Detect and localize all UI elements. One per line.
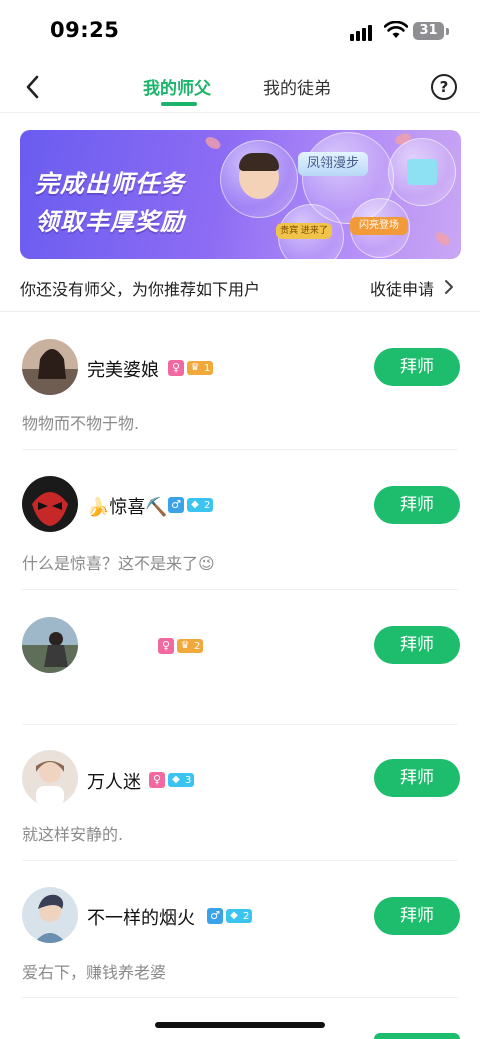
- level-badge: ◆ 2: [226, 909, 253, 923]
- crown-icon: ♛: [190, 362, 200, 373]
- apprentice-button-partial[interactable]: [374, 1033, 460, 1039]
- tag-vip-entered: 贵宾 进来了: [276, 223, 332, 239]
- user-name: 万人迷: [87, 772, 141, 793]
- level-badge: ♛ 2: [177, 639, 204, 653]
- status-bar: 09:25 31: [0, 0, 480, 62]
- battery-level: 31: [419, 23, 438, 38]
- petal-decoration: [433, 230, 453, 248]
- card-divider: [22, 997, 458, 998]
- avatar[interactable]: [22, 887, 78, 943]
- female-gender-icon: ♀: [149, 772, 165, 788]
- petal-decoration: [203, 134, 223, 152]
- apprentice-button[interactable]: 拜师: [374, 897, 460, 935]
- female-gender-icon: ♀: [158, 638, 174, 654]
- avatar-hair: [239, 153, 279, 171]
- level-number: 1: [204, 362, 211, 374]
- user-bio: 就这样安静的.: [22, 825, 124, 844]
- level-badge: ♛ 1: [187, 361, 214, 375]
- user-name: 🍌惊喜⛏️: [87, 497, 168, 518]
- tag-fengxiang: 凤翎漫步: [298, 152, 368, 176]
- user-card: ♀ ♛ 2 拜师: [0, 590, 480, 725]
- user-card: 万人迷 ♀ ◆ 3 就这样安静的. 拜师: [0, 725, 480, 861]
- user-card: 不一样的烟火 ♂ ◆ 2 爱右下，赚钱养老婆 拜师: [0, 861, 480, 998]
- apprentice-button[interactable]: 拜师: [374, 486, 460, 524]
- battery-icon: 31: [413, 22, 444, 40]
- apprentice-request-link[interactable]: 收徒申请: [370, 276, 434, 300]
- promo-banner[interactable]: 完成出师任务 领取丰厚奖励 凤翎漫步 贵宾 进来了 闪亮登场: [20, 130, 461, 259]
- avatar-frame-bubble: [220, 140, 298, 218]
- apprentice-button[interactable]: 拜师: [374, 626, 460, 664]
- male-gender-icon: ♂: [168, 497, 184, 513]
- user-badges: ♀ ♛ 1: [168, 359, 214, 377]
- user-badges: ♀ ♛ 2: [158, 637, 204, 655]
- user-bio: 物物而不物于物.: [22, 414, 140, 433]
- tab-my-master[interactable]: 我的师父: [143, 74, 211, 99]
- diamond-icon: ◆: [191, 499, 199, 510]
- status-time: 09:25: [50, 18, 120, 42]
- user-badges: ♂ ◆ 2: [168, 496, 214, 514]
- user-name: 完美婆娘: [87, 360, 159, 381]
- level-number: 2: [194, 640, 201, 652]
- apprentice-button[interactable]: 拜师: [374, 348, 460, 386]
- level-badge: ◆ 3: [168, 773, 195, 787]
- help-icon[interactable]: ?: [431, 74, 457, 100]
- avatar[interactable]: [22, 339, 78, 395]
- banner-title: 完成出师任务: [35, 170, 185, 198]
- level-number: 2: [204, 499, 211, 511]
- nav-bar: 我的师父 我的徒弟 ?: [0, 62, 480, 113]
- avatar[interactable]: [22, 617, 78, 673]
- user-card: 🍌惊喜⛏️ ♂ ◆ 2 什么是惊喜？这不是来了😉 拜师: [0, 450, 480, 590]
- user-bio: 爱右下，赚钱养老婆: [22, 963, 167, 982]
- battery-cap: [446, 28, 449, 35]
- user-name: 不一样的烟火: [87, 908, 195, 929]
- recommend-row: 你还没有师父，为你推荐如下用户 收徒申请: [0, 262, 480, 310]
- diamond-icon: ◆: [230, 910, 238, 921]
- level-number: 2: [243, 910, 250, 922]
- diamond-icon: ◆: [172, 774, 180, 785]
- chevron-right-icon[interactable]: [443, 279, 455, 295]
- avatar[interactable]: [22, 476, 78, 532]
- user-card: 完美婆娘 ♀ ♛ 1 物物而不物于物. 拜师: [0, 312, 480, 450]
- level-number: 3: [185, 774, 192, 786]
- back-icon[interactable]: [18, 72, 48, 102]
- crown-icon: ♛: [180, 640, 190, 651]
- cellular-signal-icon: [350, 23, 376, 41]
- tab-my-apprentice[interactable]: 我的徒弟: [263, 74, 331, 99]
- user-badges: ♂ ◆ 2: [207, 907, 253, 925]
- tag-shining-entrance: 闪亮登场: [350, 217, 408, 235]
- gift-icon: [407, 159, 437, 185]
- avatar[interactable]: [22, 750, 78, 806]
- active-tab-indicator: [161, 102, 197, 106]
- apprentice-button[interactable]: 拜师: [374, 759, 460, 797]
- wifi-icon: [384, 21, 408, 38]
- male-gender-icon: ♂: [207, 908, 223, 924]
- user-badges: ♀ ◆ 3: [149, 771, 195, 789]
- home-indicator: [155, 1022, 325, 1028]
- user-bio: 什么是惊喜？这不是来了😉: [22, 554, 215, 573]
- banner-subtitle: 领取丰厚奖励: [35, 208, 185, 236]
- recommend-text: 你还没有师父，为你推荐如下用户: [20, 280, 261, 299]
- female-gender-icon: ♀: [168, 360, 184, 376]
- level-badge: ◆ 2: [187, 498, 214, 512]
- gift-bubble: [388, 138, 456, 206]
